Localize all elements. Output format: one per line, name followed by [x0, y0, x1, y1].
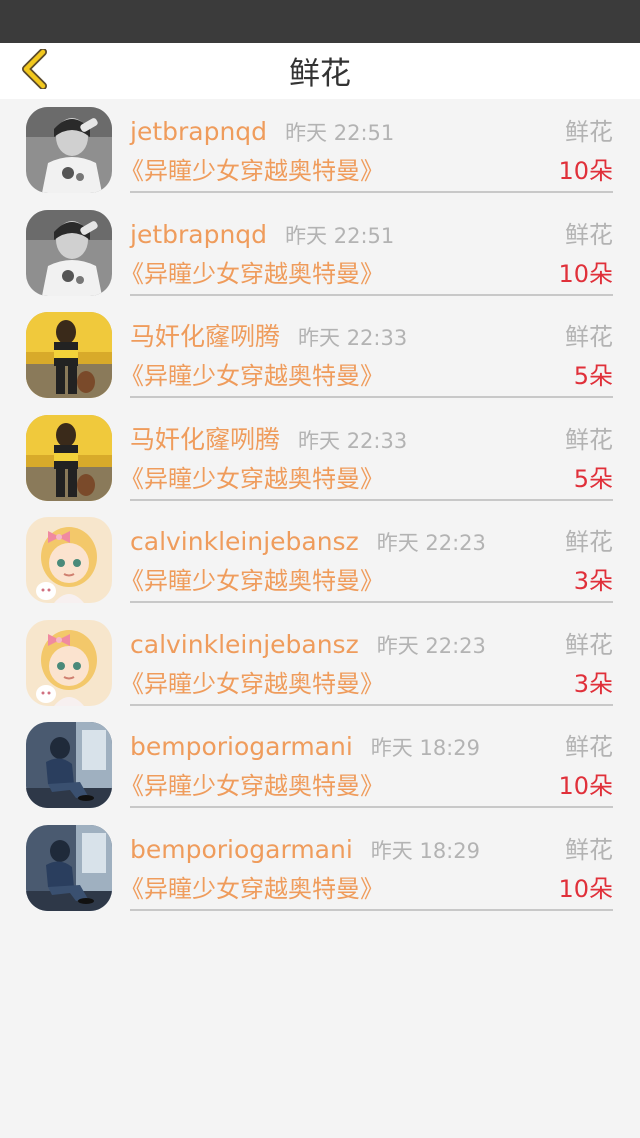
timestamp: 昨天 22:51	[285, 121, 395, 145]
avatar[interactable]	[26, 312, 112, 398]
record-info: 马奸化窿咧腾 昨天 22:33 鲜花 《异瞳少女穿越奥特曼》 5朵	[120, 304, 613, 398]
username[interactable]: 马奸化窿咧腾	[130, 420, 280, 456]
gift-record-list: jetbrapnqd 昨天 22:51 鲜花 《异瞳少女穿越奥特曼》 10朵 j…	[0, 99, 640, 919]
gift-type: 鲜花	[565, 835, 613, 864]
username[interactable]: bemporiogarmani	[130, 835, 353, 864]
avatar[interactable]	[26, 722, 112, 808]
record-info: bemporiogarmani 昨天 18:29 鲜花 《异瞳少女穿越奥特曼》 …	[120, 714, 613, 808]
timestamp: 昨天 22:51	[285, 223, 395, 248]
username[interactable]: calvinkleinjebansz	[130, 630, 359, 659]
list-item[interactable]: bemporiogarmani 昨天 18:29 鲜花 《异瞳少女穿越奥特曼》 …	[0, 714, 640, 817]
gift-count: 3朵	[573, 567, 613, 595]
page-title: 鲜花	[289, 56, 351, 92]
book-title[interactable]: 《异瞳少女穿越奥特曼》	[120, 664, 384, 699]
gift-type: 鲜花	[565, 323, 613, 351]
record-info: jetbrapnqd 昨天 22:51 鲜花 《异瞳少女穿越奥特曼》 10朵	[120, 99, 613, 193]
avatar[interactable]	[26, 619, 112, 706]
username[interactable]: bemporiogarmani	[130, 732, 353, 761]
record-info: 马奸化窿咧腾 昨天 22:33 鲜花 《异瞳少女穿越奥特曼》 5朵	[120, 407, 613, 501]
gift-count: 10朵	[558, 157, 613, 185]
gift-type: 鲜花	[565, 630, 613, 659]
status-bar	[0, 0, 640, 43]
gift-count: 10朵	[558, 874, 613, 903]
gift-type: 鲜花	[565, 118, 613, 146]
timestamp: 昨天 22:33	[298, 428, 408, 453]
record-info: calvinkleinjebansz 昨天 22:23 鲜花 《异瞳少女穿越奥特…	[120, 509, 613, 603]
avatar[interactable]	[26, 414, 112, 501]
gift-count: 10朵	[558, 259, 613, 288]
book-title[interactable]: 《异瞳少女穿越奥特曼》	[120, 356, 384, 391]
gift-type: 鲜花	[565, 528, 613, 556]
username[interactable]: 马奸化窿咧腾	[130, 317, 280, 353]
avatar[interactable]	[26, 107, 112, 193]
list-item[interactable]: 马奸化窿咧腾 昨天 22:33 鲜花 《异瞳少女穿越奥特曼》 5朵	[0, 407, 640, 510]
avatar[interactable]	[26, 824, 112, 911]
username[interactable]: calvinkleinjebansz	[130, 527, 359, 556]
username[interactable]: jetbrapnqd	[130, 117, 267, 146]
back-button[interactable]	[14, 48, 54, 93]
username[interactable]: jetbrapnqd	[130, 220, 267, 249]
record-info: bemporiogarmani 昨天 18:29 鲜花 《异瞳少女穿越奥特曼》 …	[120, 817, 613, 911]
avatar[interactable]	[26, 517, 112, 603]
timestamp: 昨天 22:23	[376, 633, 486, 658]
gift-count: 5朵	[573, 464, 613, 493]
list-item[interactable]: jetbrapnqd 昨天 22:51 鲜花 《异瞳少女穿越奥特曼》 10朵	[0, 202, 640, 305]
book-title[interactable]: 《异瞳少女穿越奥特曼》	[120, 151, 384, 186]
chevron-left-icon	[19, 48, 49, 93]
nav-bar: 鲜花	[0, 43, 640, 99]
list-item[interactable]: calvinkleinjebansz 昨天 22:23 鲜花 《异瞳少女穿越奥特…	[0, 509, 640, 612]
list-item[interactable]: bemporiogarmani 昨天 18:29 鲜花 《异瞳少女穿越奥特曼》 …	[0, 817, 640, 920]
gift-count: 10朵	[558, 772, 613, 800]
book-title[interactable]: 《异瞳少女穿越奥特曼》	[120, 869, 384, 904]
avatar[interactable]	[26, 209, 112, 296]
book-title[interactable]: 《异瞳少女穿越奥特曼》	[120, 766, 384, 801]
book-title[interactable]: 《异瞳少女穿越奥特曼》	[120, 254, 384, 289]
gift-type: 鲜花	[565, 425, 613, 454]
gift-type: 鲜花	[565, 733, 613, 761]
timestamp: 昨天 22:23	[376, 531, 486, 555]
list-item[interactable]: calvinkleinjebansz 昨天 22:23 鲜花 《异瞳少女穿越奥特…	[0, 612, 640, 715]
list-item[interactable]: 马奸化窿咧腾 昨天 22:33 鲜花 《异瞳少女穿越奥特曼》 5朵	[0, 304, 640, 407]
list-item[interactable]: jetbrapnqd 昨天 22:51 鲜花 《异瞳少女穿越奥特曼》 10朵	[0, 99, 640, 202]
book-title[interactable]: 《异瞳少女穿越奥特曼》	[120, 561, 384, 596]
timestamp: 昨天 18:29	[370, 736, 480, 760]
book-title[interactable]: 《异瞳少女穿越奥特曼》	[120, 459, 384, 494]
gift-count: 5朵	[573, 362, 613, 390]
timestamp: 昨天 22:33	[298, 326, 408, 350]
timestamp: 昨天 18:29	[370, 838, 480, 863]
gift-count: 3朵	[573, 669, 613, 698]
record-info: calvinkleinjebansz 昨天 22:23 鲜花 《异瞳少女穿越奥特…	[120, 612, 613, 706]
gift-type: 鲜花	[565, 220, 613, 249]
record-info: jetbrapnqd 昨天 22:51 鲜花 《异瞳少女穿越奥特曼》 10朵	[120, 202, 613, 296]
